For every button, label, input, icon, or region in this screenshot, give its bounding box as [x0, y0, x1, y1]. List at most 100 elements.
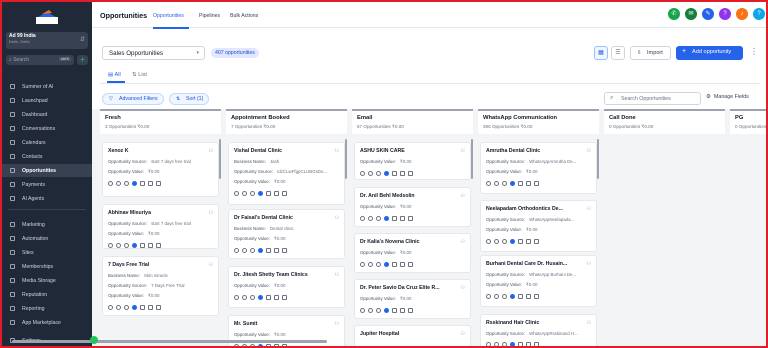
- sidebar-item-sites[interactable]: Sites: [2, 246, 92, 259]
- column-scrollbar[interactable]: [219, 139, 221, 179]
- count-badge[interactable]: [510, 239, 515, 244]
- card-title[interactable]: Dr Faisal's Dental Clinic: [234, 215, 339, 221]
- count-badge[interactable]: [384, 171, 389, 176]
- add-opportunity-button[interactable]: + Add opportunity: [676, 46, 743, 60]
- phone-icon[interactable]: [486, 294, 491, 299]
- phone-icon[interactable]: [360, 262, 365, 267]
- opportunity-search-input[interactable]: ⌕ Search Opportunities: [604, 92, 701, 105]
- card-title[interactable]: Dr. Peter Savio Da Cruz Elite R...: [360, 285, 465, 291]
- phone-icon[interactable]: [108, 181, 113, 186]
- note-icon[interactable]: [274, 295, 279, 300]
- sidebar-item-memberships[interactable]: Memberships: [2, 260, 92, 273]
- calendar-icon[interactable]: [518, 181, 523, 186]
- pipeline-select[interactable]: Sales Opportunities ▾: [102, 46, 205, 60]
- note-icon[interactable]: [400, 308, 405, 313]
- tab-pipelines[interactable]: Pipelines: [199, 13, 220, 19]
- list-view-icon[interactable]: ☰: [611, 46, 625, 60]
- sidebar-item-reporting[interactable]: Reporting: [2, 302, 92, 315]
- assign-user-icon[interactable]: ⚇: [335, 321, 339, 327]
- card-title[interactable]: Dr Kalia's Novena Clinic: [360, 239, 465, 245]
- sidebar-item-calendars[interactable]: Calendars: [2, 136, 92, 149]
- count-badge[interactable]: [132, 181, 137, 186]
- calendar-icon[interactable]: [266, 344, 271, 346]
- note-icon[interactable]: [526, 294, 531, 299]
- mail-icon[interactable]: [502, 294, 507, 299]
- count-badge[interactable]: [384, 262, 389, 267]
- card-title[interactable]: Amrutha Dental Clinic: [486, 148, 591, 154]
- calendar-icon[interactable]: [140, 243, 145, 248]
- count-badge[interactable]: [510, 342, 515, 346]
- assign-user-icon[interactable]: ⚇: [209, 210, 213, 216]
- note-icon[interactable]: [400, 262, 405, 267]
- bell-icon[interactable]: ♪: [736, 8, 748, 20]
- opportunity-card[interactable]: Dr Kalia's Novena Clinic ⚇ Opportunity Val…: [354, 233, 471, 273]
- assign-user-icon[interactable]: ⚇: [335, 148, 339, 154]
- mail-icon[interactable]: [250, 344, 255, 346]
- task-icon[interactable]: [534, 239, 539, 244]
- phone-icon[interactable]: [234, 248, 239, 253]
- count-badge[interactable]: [384, 216, 389, 221]
- sidebar-item-launchpad[interactable]: Launchpad: [2, 94, 92, 107]
- mail-icon[interactable]: [250, 191, 255, 196]
- subtab-all[interactable]: ▤ All: [108, 72, 121, 78]
- calendar-icon[interactable]: [392, 262, 397, 267]
- card-title[interactable]: Mr. Sumit: [234, 321, 339, 327]
- chat-icon[interactable]: [368, 171, 373, 176]
- note-icon[interactable]: [526, 239, 531, 244]
- task-icon[interactable]: [282, 248, 287, 253]
- task-icon[interactable]: [282, 344, 287, 346]
- calendar-icon[interactable]: [392, 216, 397, 221]
- phone-icon[interactable]: [360, 308, 365, 313]
- calendar-icon[interactable]: [518, 239, 523, 244]
- mail-icon[interactable]: [124, 181, 129, 186]
- card-title[interactable]: Rsskinand Hair Clinic: [486, 320, 591, 326]
- chat-icon[interactable]: ✉: [685, 8, 697, 20]
- calendar-icon[interactable]: [518, 294, 523, 299]
- opportunity-card[interactable]: Dr. Anil Behl Medsolin ⚇ Opportunity Value…: [354, 187, 471, 227]
- account-switcher[interactable]: Ad 99 India Delhi, Delhi ⇵: [6, 32, 88, 49]
- count-badge[interactable]: [510, 294, 515, 299]
- note-icon[interactable]: [400, 216, 405, 221]
- megaphone-icon[interactable]: ✎: [702, 8, 714, 20]
- assign-user-icon[interactable]: ⚇: [587, 206, 591, 212]
- sidebar-item-opportunities[interactable]: Opportunities: [2, 164, 92, 177]
- count-badge[interactable]: [132, 305, 137, 310]
- count-badge[interactable]: [258, 248, 263, 253]
- task-icon[interactable]: [282, 191, 287, 196]
- count-badge[interactable]: [132, 243, 137, 248]
- advanced-filters-button[interactable]: ▽ Advanced Filters: [102, 93, 164, 105]
- assign-user-icon[interactable]: ⚇: [335, 215, 339, 221]
- chat-icon[interactable]: [116, 305, 121, 310]
- sidebar-item-ai-agents[interactable]: AI Agents: [2, 192, 92, 205]
- calendar-icon[interactable]: [266, 248, 271, 253]
- column-scrollbar[interactable]: [471, 139, 473, 179]
- mail-icon[interactable]: [124, 243, 129, 248]
- task-icon[interactable]: [156, 243, 161, 248]
- card-title[interactable]: Burhani Dental Care Dr. Husain...: [486, 261, 591, 267]
- opportunity-card[interactable]: Jupiter Hospital ⚇: [354, 325, 471, 346]
- note-icon[interactable]: [526, 181, 531, 186]
- sidebar-item-summer-of-ai[interactable]: Summer of AI: [2, 80, 92, 93]
- opportunity-card[interactable]: Burhani Dental Care Dr. Husain... ⚇ Opport…: [480, 255, 597, 307]
- task-icon[interactable]: [408, 308, 413, 313]
- chat-icon[interactable]: [242, 191, 247, 196]
- mail-icon[interactable]: [250, 248, 255, 253]
- opportunity-card[interactable]: Abhinav Misuriya ⚇ Opportunity Source: star…: [102, 204, 219, 249]
- phone-icon[interactable]: [486, 239, 491, 244]
- assign-user-icon[interactable]: ⚇: [461, 331, 465, 337]
- opportunity-card[interactable]: Neelapadam Orthodontics De... ⚇ Opportunit…: [480, 200, 597, 252]
- mail-icon[interactable]: [376, 308, 381, 313]
- count-badge[interactable]: [258, 191, 263, 196]
- chat-icon[interactable]: [494, 342, 499, 346]
- phone-icon[interactable]: [108, 305, 113, 310]
- assign-user-icon[interactable]: ⚇: [587, 320, 591, 326]
- count-badge[interactable]: [510, 181, 515, 186]
- sort-button[interactable]: ⇅ Sort (1): [169, 93, 210, 105]
- mail-icon[interactable]: [502, 239, 507, 244]
- note-icon[interactable]: [274, 344, 279, 346]
- more-options-icon[interactable]: ⋮: [750, 47, 758, 56]
- mail-icon[interactable]: [376, 216, 381, 221]
- sidebar-item-marketing[interactable]: Marketing: [2, 218, 92, 231]
- opportunity-card[interactable]: ASHU SKIN CARE ⚇ Opportunity Value: ₹0.00: [354, 142, 471, 180]
- sidebar-item-contacts[interactable]: Contacts: [2, 150, 92, 163]
